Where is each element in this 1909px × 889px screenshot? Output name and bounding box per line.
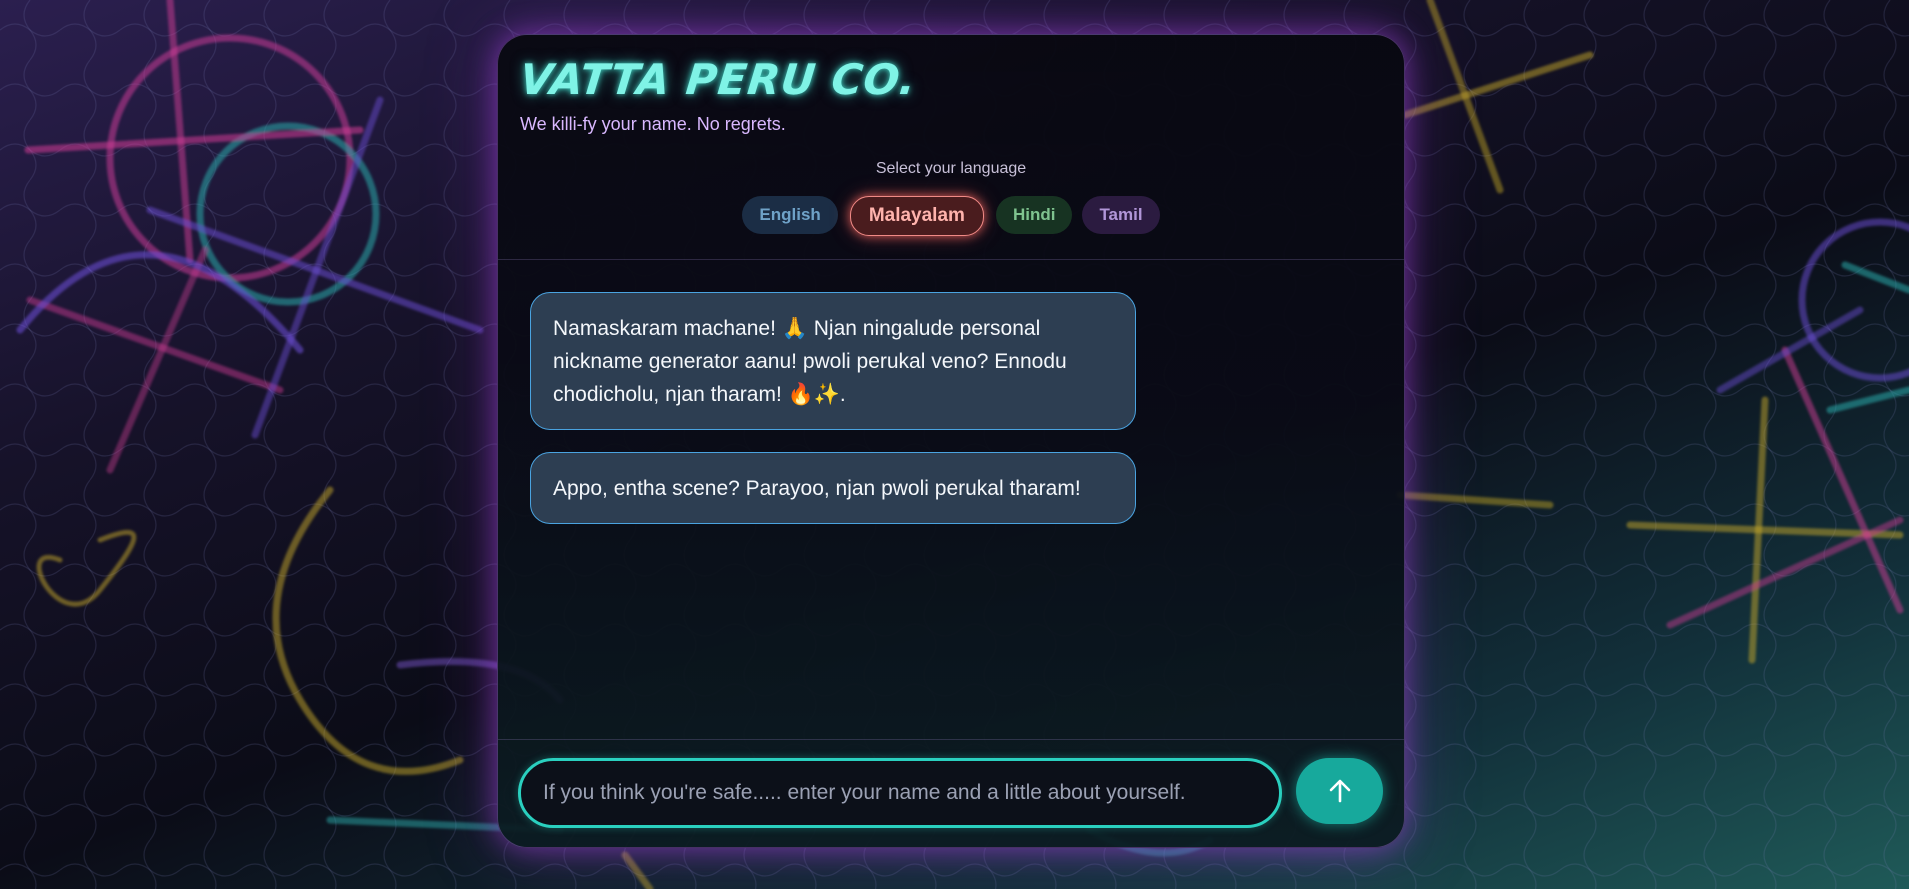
chat-header: VATTA PERU CO. We killi-fy your name. No… — [498, 35, 1404, 260]
arrow-up-icon — [1329, 779, 1350, 803]
language-selector: English Malayalam Hindi Tamil — [498, 196, 1404, 236]
app-tagline: We killi-fy your name. No regrets. — [520, 114, 786, 134]
bot-message: Appo, entha scene? Parayoo, njan pwoli p… — [530, 452, 1136, 524]
message-input[interactable] — [518, 758, 1282, 828]
language-select-label: Select your language — [875, 160, 1027, 177]
language-option-hindi[interactable]: Hindi — [995, 196, 1073, 234]
composer-bar — [498, 739, 1404, 847]
language-option-english[interactable]: English — [742, 196, 838, 234]
bot-message: Namaskaram machane! 🙏 Njan ningalude per… — [530, 292, 1136, 430]
language-option-malayalam[interactable]: Malayalam — [849, 196, 984, 236]
chat-panel: VATTA PERU CO. We killi-fy your name. No… — [497, 34, 1405, 848]
language-option-tamil[interactable]: Tamil — [1082, 196, 1160, 234]
message-list: Namaskaram machane! 🙏 Njan ningalude per… — [530, 292, 1136, 546]
send-button[interactable] — [1296, 758, 1383, 824]
app-logo: VATTA PERU CO. — [517, 55, 919, 104]
